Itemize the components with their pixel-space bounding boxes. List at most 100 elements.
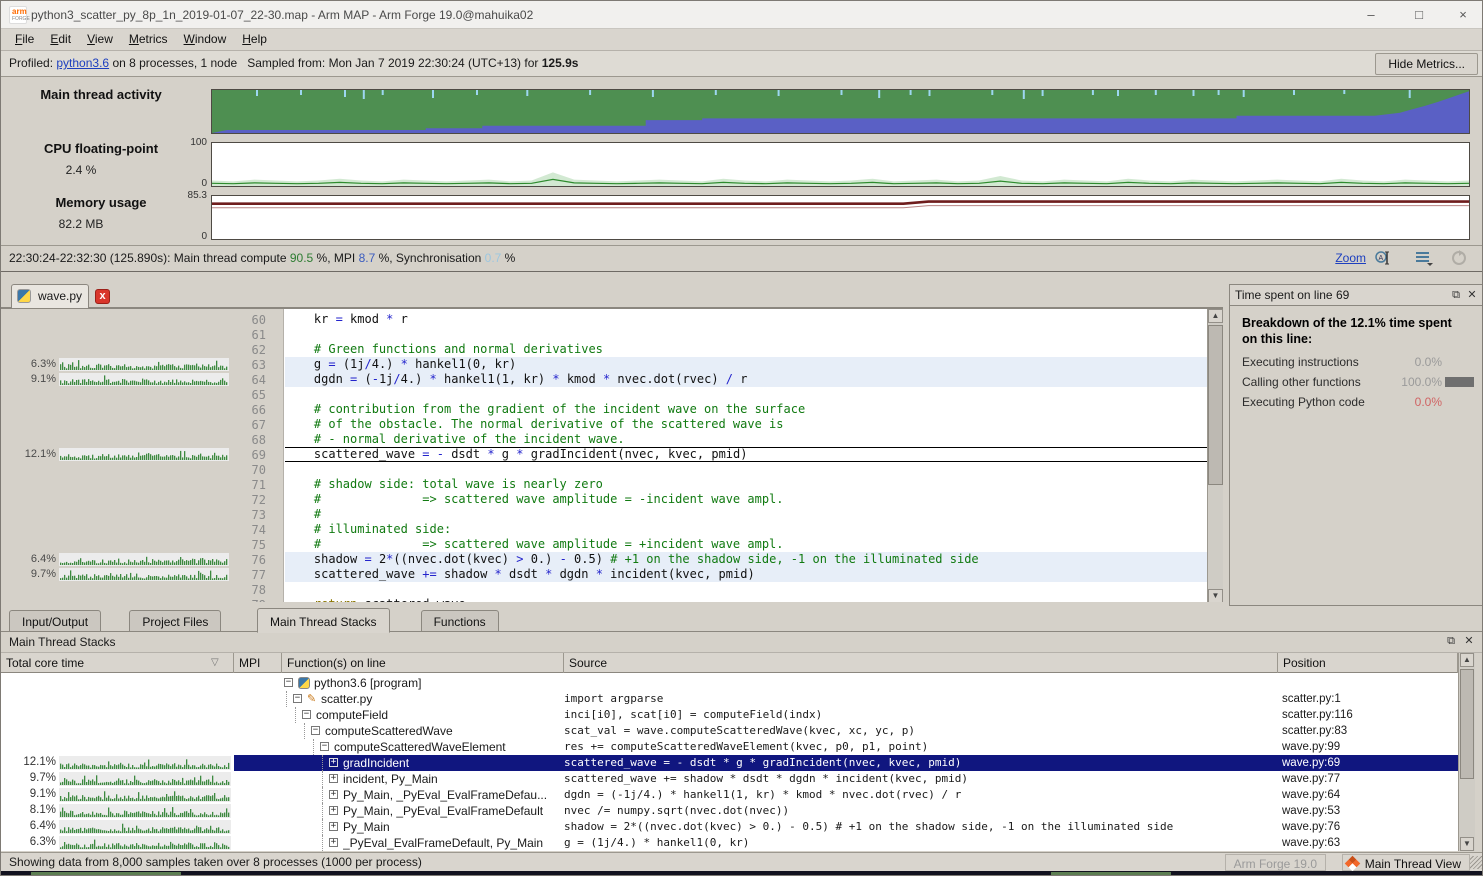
line-number: 65 (234, 388, 266, 402)
breakdown-row: Calling other functions100.0% (1242, 375, 1474, 391)
code-line-62[interactable]: # Green functions and normal derivatives (285, 342, 1207, 357)
menu-window[interactable]: Window (176, 29, 235, 49)
code-line-68[interactable]: # - normal derivative of the incident wa… (285, 432, 1207, 447)
hide-metrics-button[interactable]: Hide Metrics... (1375, 53, 1478, 75)
metric-label-cpu: CPU floating-point (1, 141, 201, 156)
code-line-67[interactable]: # of the obstacle. The normal derivative… (285, 417, 1207, 432)
tab-close-icon[interactable]: x (95, 289, 110, 304)
expand-expander-icon[interactable]: + (329, 758, 338, 767)
select-text-icon[interactable]: A (1374, 249, 1392, 267)
zoom-link[interactable]: Zoom (1335, 251, 1366, 265)
time-spent-panel-header: Time spent on line 69 ⧉ ✕ (1230, 285, 1483, 306)
python-file-icon (17, 289, 31, 303)
row-time-percent: 12.1% (1, 756, 56, 768)
resize-grip[interactable] (1470, 856, 1483, 869)
editor-vertical-scrollbar[interactable]: ▲ ▼ (1207, 309, 1223, 602)
code-line-79[interactable]: return scattered_wave (285, 597, 1207, 602)
column-header-source[interactable]: Source (564, 653, 1278, 673)
maximize-button[interactable]: □ (1410, 7, 1428, 23)
scroll-up-icon[interactable]: ▲ (1208, 309, 1223, 323)
code-line-66[interactable]: # contribution from the gradient of the … (285, 402, 1207, 417)
source-line: scattered_wave = - dsdt * g * gradIncide… (564, 755, 1278, 771)
float-panel-icon[interactable]: ⧉ (1449, 288, 1463, 302)
code-line-76[interactable]: shadow = 2*((nvec.dot(kvec) > 0.) - 0.5)… (285, 552, 1207, 567)
table-row[interactable]: 6.3%+_PyEval_EvalFrameDefault, Py_Maing … (1, 835, 1458, 851)
metrics-list-icon[interactable] (1414, 249, 1432, 267)
collapse-expander-icon[interactable]: − (311, 726, 320, 735)
memory-usage-chart[interactable] (211, 195, 1470, 240)
stacks-vertical-scrollbar[interactable]: ▲ ▼ (1458, 653, 1475, 851)
collapse-expander-icon[interactable]: − (284, 678, 293, 687)
code-line-73[interactable]: # (285, 507, 1207, 522)
expand-expander-icon[interactable]: + (329, 822, 338, 831)
close-button[interactable]: × (1454, 7, 1472, 23)
column-header-function-s-on-line[interactable]: Function(s) on line (282, 653, 564, 673)
menu-help[interactable]: Help (234, 29, 275, 49)
code-line-63[interactable]: g = (1j/4.) * hankel1(0, kr) (285, 357, 1207, 372)
expand-expander-icon[interactable]: + (329, 774, 338, 783)
code-line-70[interactable] (285, 462, 1207, 477)
collapse-expander-icon[interactable]: − (320, 742, 329, 751)
tab-input-output[interactable]: Input/Output (9, 610, 101, 632)
row-cells: −✎scatter.pyimport argparsescatter.py:1 (234, 691, 1458, 707)
line-number: 69 (234, 448, 266, 462)
table-row[interactable]: −python3.6 [program] (1, 675, 1458, 691)
scroll-up-icon[interactable]: ▲ (1460, 653, 1474, 667)
menu-metrics[interactable]: Metrics (121, 29, 176, 49)
column-header-position[interactable]: Position (1278, 653, 1458, 673)
line-number: 74 (234, 523, 266, 537)
table-row[interactable]: 12.1%+gradIncidentscattered_wave = - dsd… (1, 755, 1458, 771)
scrollbar-thumb[interactable] (1208, 325, 1223, 485)
executable-link[interactable]: python3.6 (56, 56, 109, 70)
scroll-down-icon[interactable]: ▼ (1460, 837, 1474, 851)
row-time-percent: 9.7% (1, 772, 56, 784)
expand-expander-icon[interactable]: + (329, 806, 338, 815)
expand-expander-icon[interactable]: + (329, 838, 338, 847)
menu-file[interactable]: File (7, 29, 42, 49)
reset-zoom-icon (1450, 249, 1468, 267)
table-row[interactable]: 9.1%+Py_Main, _PyEval_EvalFrameDefau...d… (1, 787, 1458, 803)
tab-project-files[interactable]: Project Files (129, 610, 221, 632)
scroll-down-icon[interactable]: ▼ (1208, 589, 1223, 602)
menu-view[interactable]: View (79, 29, 121, 49)
menu-edit[interactable]: Edit (42, 29, 79, 49)
float-panel-icon[interactable]: ⧉ (1444, 634, 1458, 648)
column-header-total-core-time[interactable]: Total core time (1, 653, 234, 673)
table-row[interactable]: 9.7% +incident, Py_Mainscattered_wave += … (1, 771, 1458, 787)
table-row[interactable]: −computeFieldinci[i0], scat[i0] = comput… (1, 707, 1458, 723)
row-cells: +incident, Py_Mainscattered_wave += shad… (234, 771, 1458, 787)
collapse-expander-icon[interactable]: − (293, 694, 302, 703)
code-line-71[interactable]: # shadow side: total wave is nearly zero (285, 477, 1207, 492)
tab-wave-py[interactable]: wave.py x (11, 284, 89, 308)
code-line-69[interactable]: scattered_wave = - dsdt * g * gradIncide… (285, 447, 1207, 462)
code-line-64[interactable]: dgdn = (-1j/4.) * hankel1(1, kr) * kmod … (285, 372, 1207, 387)
table-row[interactable]: −✎scatter.pyimport argparsescatter.py:1 (1, 691, 1458, 707)
close-panel-icon[interactable]: ✕ (1465, 288, 1479, 302)
cpu-floating-point-chart[interactable] (211, 142, 1470, 187)
code-line-75[interactable]: # => scattered wave amplitude = +inciden… (285, 537, 1207, 552)
close-panel-icon[interactable]: ✕ (1462, 634, 1476, 648)
code-line-74[interactable]: # illuminated side: (285, 522, 1207, 537)
table-row[interactable]: 8.1%+Py_Main, _PyEval_EvalFrameDefaultnv… (1, 803, 1458, 819)
collapse-expander-icon[interactable]: − (302, 710, 311, 719)
code-line-61[interactable] (285, 327, 1207, 342)
table-row[interactable]: 6.4%+Py_Mainshadow = 2*((nvec.dot(kvec) … (1, 819, 1458, 835)
code-line-60[interactable]: kr = kmod * r (285, 312, 1207, 327)
code-line-77[interactable]: scattered_wave += shadow * dsdt * dgdn *… (285, 567, 1207, 582)
column-header-mpi[interactable]: MPI (234, 653, 282, 673)
line-number: 60 (234, 313, 266, 327)
code-line-78[interactable] (285, 582, 1207, 597)
view-selector[interactable]: Main Thread View (1342, 854, 1470, 871)
code-line-72[interactable]: # => scattered wave amplitude = -inciden… (285, 492, 1207, 507)
code-line-65[interactable] (285, 387, 1207, 402)
minimize-button[interactable]: – (1362, 7, 1380, 23)
table-row[interactable]: −computeScatteredWavescat_val = wave.com… (1, 723, 1458, 739)
expand-expander-icon[interactable]: + (329, 790, 338, 799)
main-thread-activity-chart[interactable] (211, 89, 1470, 134)
table-row[interactable]: −computeScatteredWaveElementres += compu… (1, 739, 1458, 755)
tab-functions[interactable]: Functions (421, 610, 499, 632)
tab-main-thread-stacks[interactable]: Main Thread Stacks (257, 608, 390, 633)
scrollbar-thumb[interactable] (1460, 669, 1474, 779)
total-core-time-cell: 9.7% (1, 771, 234, 787)
line-number: 76 (234, 553, 266, 567)
